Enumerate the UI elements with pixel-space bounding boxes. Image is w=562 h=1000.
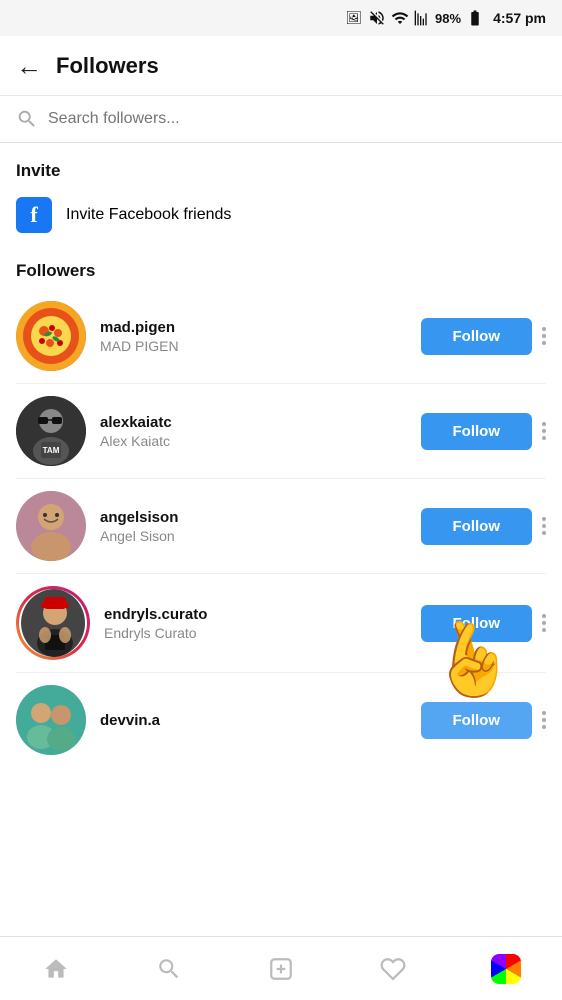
heart-icon: [380, 956, 406, 982]
user-info: mad.pigen MAD PIGEN: [100, 319, 421, 354]
nav-add[interactable]: [251, 945, 311, 993]
status-image-icon: 🖼: [346, 10, 363, 26]
more-options-button[interactable]: [542, 422, 546, 440]
avatar: [16, 491, 86, 561]
battery-icon: [466, 9, 484, 27]
search-input[interactable]: [48, 110, 546, 128]
follow-button[interactable]: Follow: [421, 605, 533, 642]
followers-section: Followers mad.pigen MAD PIGEN Follo: [0, 243, 562, 775]
more-options-button[interactable]: [542, 614, 546, 632]
username: devvin.a: [100, 712, 421, 729]
display-name: MAD PIGEN: [100, 338, 421, 354]
invite-section: Invite f Invite Facebook friends: [0, 143, 562, 243]
profile-icon: [491, 954, 521, 984]
add-icon: [268, 956, 294, 982]
search-icon: [16, 108, 38, 130]
follower-item: TAM alexkaiatc Alex Kaiatc Follow: [16, 384, 546, 479]
username: mad.pigen: [100, 319, 421, 336]
user-info: angelsison Angel Sison: [100, 509, 421, 544]
avatar: [16, 685, 86, 755]
search-container: [0, 96, 562, 143]
follower-item: endryls.curato Endryls Curato Follow 🤞: [16, 574, 546, 673]
user-info: endryls.curato Endryls Curato: [104, 606, 421, 641]
signal-icon: [414, 9, 430, 27]
user-info: devvin.a: [100, 712, 421, 729]
svg-text:TAM: TAM: [43, 446, 60, 455]
follower-item: mad.pigen MAD PIGEN Follow: [16, 289, 546, 384]
status-bar: 🖼 98% 4:57 pm: [0, 0, 562, 36]
more-options-button[interactable]: [542, 711, 546, 729]
home-icon: [43, 956, 69, 982]
page-title: Followers: [56, 53, 159, 79]
follow-button[interactable]: Follow: [421, 413, 533, 450]
nav-profile[interactable]: [476, 945, 536, 993]
time-display: 4:57 pm: [493, 10, 546, 26]
user-info: alexkaiatc Alex Kaiatc: [100, 414, 421, 449]
username: alexkaiatc: [100, 414, 421, 431]
invite-facebook-button[interactable]: f Invite Facebook friends: [16, 197, 546, 233]
invite-label: Invite: [16, 161, 546, 181]
display-name: Endryls Curato: [104, 625, 421, 641]
nav-search[interactable]: [139, 945, 199, 993]
follow-button[interactable]: Follow: [421, 508, 533, 545]
invite-facebook-text: Invite Facebook friends: [66, 206, 231, 224]
header: ← Followers: [0, 36, 562, 96]
avatar: [16, 301, 86, 371]
battery-text: 98%: [435, 11, 461, 26]
display-name: Alex Kaiatc: [100, 433, 421, 449]
more-options-button[interactable]: [542, 517, 546, 535]
avatar: TAM: [16, 396, 86, 466]
follower-item: angelsison Angel Sison Follow: [16, 479, 546, 574]
nav-heart[interactable]: [363, 945, 423, 993]
avatar: [21, 589, 85, 657]
follow-button[interactable]: Follow: [421, 702, 533, 739]
follow-button[interactable]: Follow: [421, 318, 533, 355]
back-button[interactable]: ←: [16, 53, 42, 79]
bottom-nav: [0, 936, 562, 1000]
follower-item: devvin.a Follow: [16, 673, 546, 767]
username: endryls.curato: [104, 606, 421, 623]
username: angelsison: [100, 509, 421, 526]
followers-label: Followers: [16, 261, 546, 281]
facebook-icon: f: [16, 197, 52, 233]
display-name: Angel Sison: [100, 528, 421, 544]
avatar-story-ring: [16, 586, 90, 660]
nav-home[interactable]: [26, 945, 86, 993]
search-nav-icon: [156, 956, 182, 982]
mute-icon: [368, 9, 386, 27]
more-options-button[interactable]: [542, 327, 546, 345]
wifi-icon: [391, 9, 409, 27]
